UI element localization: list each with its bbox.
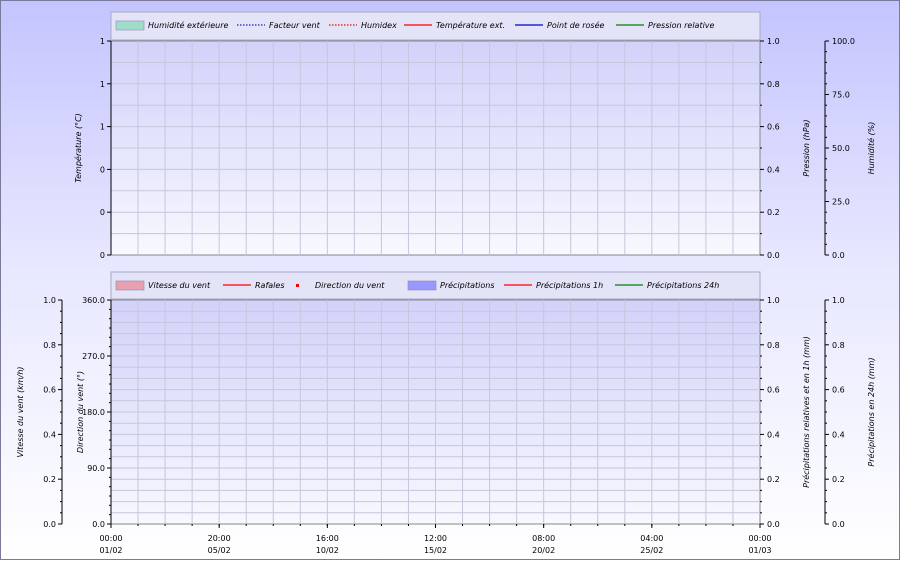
x-tick-date-label: 15/02 — [424, 546, 447, 555]
precip-1h-tick-label: 0.6 — [767, 386, 780, 395]
wind-speed-tick-label: 1.0 — [43, 296, 56, 305]
legend-label-pression-relative: Pression relative — [648, 21, 715, 30]
pressure-tick-label: 0.2 — [767, 208, 780, 217]
temperature-tick-label: 0 — [100, 208, 105, 217]
temperature-tick-label: 1 — [100, 123, 105, 132]
top-left-axis-label: Température (°C) — [73, 113, 83, 183]
x-axis-ticks: 00:00 01/02 20:00 05/02 16:00 10/02 12:00 15/02… — [99, 524, 772, 555]
x-tick-time-label: 12:00 — [424, 534, 447, 543]
x-tick-date-label: 05/02 — [208, 546, 231, 555]
legend-label-precipitations-24h: Précipitations 24h — [647, 280, 719, 290]
legend-label-humidex: Humidex — [361, 21, 397, 30]
precip-24h-tick-label: 0.0 — [832, 520, 845, 529]
legend-label-facteur-vent: Facteur vent — [269, 21, 321, 30]
x-tick-time-label: 08:00 — [532, 534, 555, 543]
pressure-tick-label: 0.8 — [767, 80, 780, 89]
wind-speed-tick-label: 0.6 — [43, 386, 56, 395]
legend-label-direction-du-vent: Direction du vent — [315, 281, 385, 290]
legend-swatch-humidite-exterieure — [115, 20, 145, 31]
legend-swatch-precipitations — [407, 280, 437, 291]
bottom-grid — [111, 300, 760, 524]
wind-speed-tick-label: 0.4 — [43, 430, 56, 439]
bottom-precip-24h-axis-label: Précipitations en 24h (mm) — [866, 357, 876, 466]
top-humidity-axis-label: Humidité (%) — [866, 122, 876, 175]
top-left-ticks: 1 1 1 0 0 0 — [100, 37, 111, 260]
legend-swatch-direction-du-vent — [296, 284, 299, 287]
pressure-tick-label: 1.0 — [767, 37, 780, 46]
temperature-tick-label: 1 — [100, 37, 105, 46]
bottom-precip-1h-axis-label: Précipitations relatives et en 1h (mm) — [801, 336, 811, 488]
legend-label-rafales: Rafales — [255, 281, 285, 290]
wind-direction-tick-label: 90.0 — [87, 464, 105, 473]
legend-label-temperature-ext: Température ext. — [436, 20, 505, 30]
wind-direction-tick-label: 0.0 — [92, 520, 105, 529]
precip-1h-tick-label: 0.8 — [767, 341, 780, 350]
top-pressure-ticks: 1.0 0.8 0.6 0.4 0.2 0.0 — [760, 37, 780, 260]
legend-label-point-de-rosee: Point de rosée — [547, 20, 605, 30]
bottom-precip-1h-ticks: 1.0 0.8 0.6 0.4 0.2 0.0 — [760, 296, 780, 529]
precip-24h-tick-label: 0.4 — [832, 430, 845, 439]
bottom-wind-speed-axis-label: Vitesse du vent (km/h) — [16, 366, 25, 457]
temperature-tick-label: 1 — [100, 80, 105, 89]
humidity-tick-label: 0.0 — [832, 251, 845, 260]
x-tick-date-label: 10/02 — [316, 546, 339, 555]
x-tick-time-label: 00:00 — [99, 534, 122, 543]
wind-direction-tick-label: 360.0 — [82, 296, 105, 305]
humidity-tick-label: 75.0 — [832, 91, 850, 100]
x-tick-date-label: 20/02 — [532, 546, 555, 555]
temperature-tick-label: 0 — [100, 165, 105, 174]
x-tick-date-label: 25/02 — [640, 546, 663, 555]
pressure-tick-label: 0.4 — [767, 165, 780, 174]
wind-speed-tick-label: 0.8 — [43, 341, 56, 350]
precip-1h-tick-label: 0.2 — [767, 475, 780, 484]
wind-direction-tick-label: 270.0 — [82, 352, 105, 361]
x-tick-date-label: 01/03 — [748, 546, 771, 555]
wind-speed-tick-label: 0.0 — [43, 520, 56, 529]
bottom-wind-direction-axis-label: Direction du vent (°) — [76, 371, 85, 453]
top-humidity-ticks: 100.0 75.0 50.0 25.0 0.0 — [825, 37, 855, 260]
precip-1h-tick-label: 0.0 — [767, 520, 780, 529]
humidity-tick-label: 25.0 — [832, 198, 850, 207]
legend-label-humidite-exterieure: Humidité extérieure — [148, 20, 229, 30]
x-tick-date-label: 01/02 — [99, 546, 122, 555]
weather-charts-svg: Humidité extérieure Facteur vent Humidex Te… — [16, 11, 876, 555]
humidity-tick-label: 100.0 — [832, 37, 855, 46]
weather-chart-stage: Humidité extérieure Facteur vent Humidex Te… — [0, 0, 900, 560]
humidity-tick-label: 50.0 — [832, 144, 850, 153]
legend-swatch-vitesse-du-vent — [115, 280, 145, 291]
precip-24h-tick-label: 0.6 — [832, 386, 845, 395]
pressure-tick-label: 0.6 — [767, 123, 780, 132]
legend-label-vitesse-du-vent: Vitesse du vent — [148, 281, 211, 290]
bottom-wind-speed-ticks: 1.0 0.8 0.6 0.4 0.2 0.0 — [43, 296, 62, 529]
precip-24h-tick-label: 0.8 — [832, 341, 845, 350]
precip-24h-tick-label: 1.0 — [832, 296, 845, 305]
pressure-tick-label: 0.0 — [767, 251, 780, 260]
legend-label-precipitations: Précipitations — [440, 280, 495, 290]
top-pressure-axis-label: Pression (hPa) — [802, 119, 811, 176]
x-tick-time-label: 00:00 — [748, 534, 771, 543]
precip-24h-tick-label: 0.2 — [832, 475, 845, 484]
bottom-precip-24h-ticks: 1.0 0.8 0.6 0.4 0.2 0.0 — [825, 296, 845, 529]
legend-label-precipitations-1h: Précipitations 1h — [536, 280, 603, 290]
x-tick-time-label: 20:00 — [208, 534, 231, 543]
wind-direction-tick-label: 180.0 — [82, 408, 105, 417]
wind-speed-tick-label: 0.2 — [43, 475, 56, 484]
precip-1h-tick-label: 0.4 — [767, 430, 780, 439]
x-tick-time-label: 16:00 — [316, 534, 339, 543]
bottom-wind-direction-ticks: 360.0 270.0 180.0 90.0 0.0 — [82, 296, 111, 529]
precip-1h-tick-label: 1.0 — [767, 296, 780, 305]
temperature-tick-label: 0 — [100, 251, 105, 260]
x-tick-time-label: 04:00 — [640, 534, 663, 543]
